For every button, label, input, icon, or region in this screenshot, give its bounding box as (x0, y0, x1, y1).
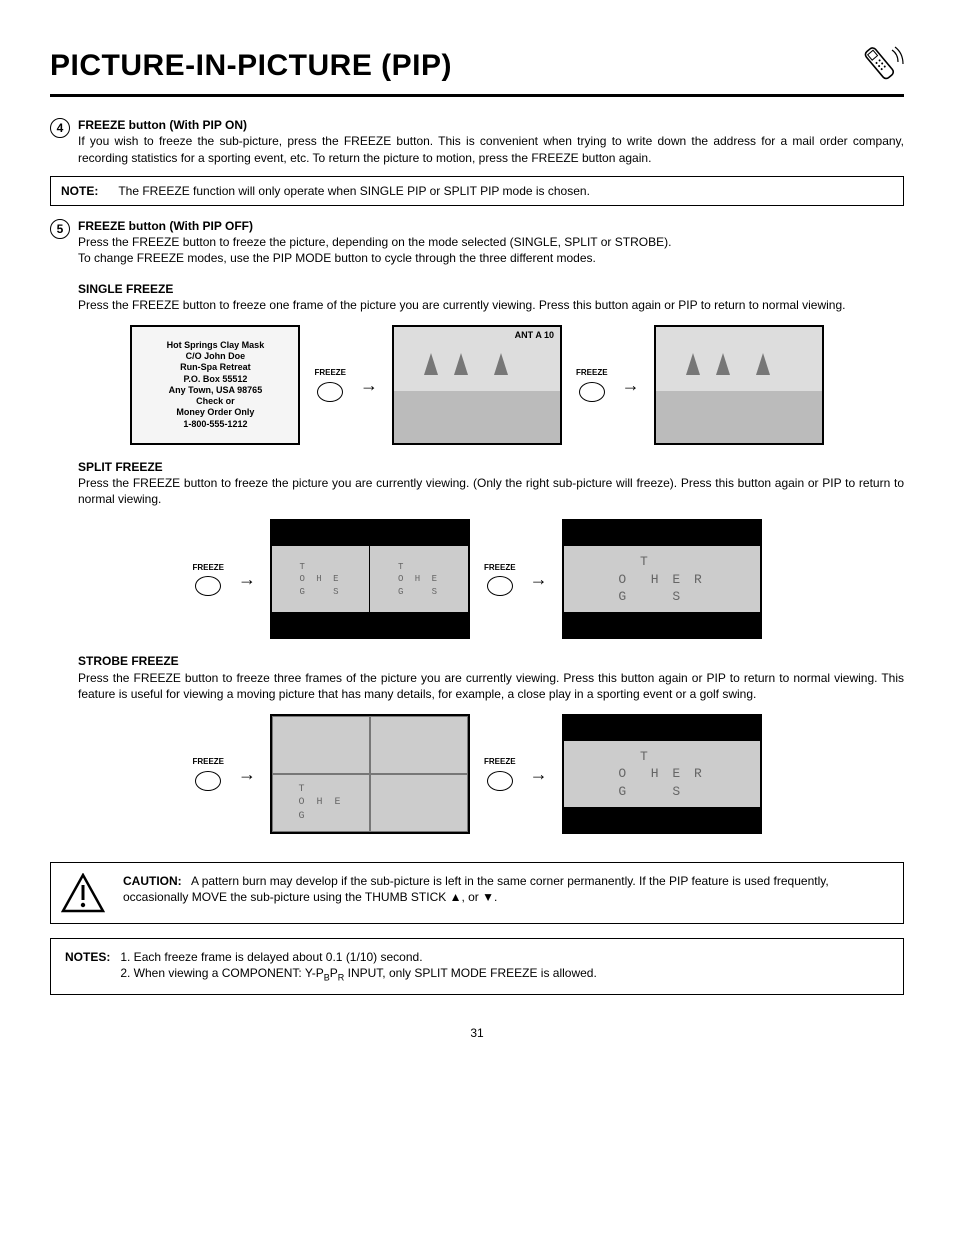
arrow-icon: → (238, 762, 256, 786)
item5-line2: To change FREEZE modes, use the PIP MODE… (78, 250, 904, 266)
arrow-icon: → (360, 373, 378, 397)
pip-thumbnail: Hot Springs Clay Mask C/O John Doe Run-S… (514, 409, 556, 439)
item4-title: FREEZE button (With PIP ON) (78, 117, 904, 133)
caution-text: A pattern burn may develop if the sub-pi… (123, 874, 829, 904)
item5-title: FREEZE button (With PIP OFF) (78, 218, 904, 234)
button-icon (195, 771, 221, 791)
split-freeze-diagram: FREEZE → TO H EG S TO H EG S FREEZE → TO… (50, 519, 904, 639)
strobe-freeze-text: Press the FREEZE button to freeze three … (78, 670, 904, 702)
button-icon (579, 382, 605, 402)
freeze-button: FREEZE (192, 757, 224, 791)
note-box: NOTE: The FREEZE function will only oper… (50, 176, 904, 206)
remote-icon (856, 40, 904, 92)
item5-line1: Press the FREEZE button to freeze the pi… (78, 234, 904, 250)
single-freeze-title: SINGLE FREEZE (78, 281, 904, 297)
split-freeze-title: SPLIT FREEZE (78, 459, 904, 475)
arrow-icon: → (530, 567, 548, 591)
tv-split-small: TO H EG S TO H EG S (270, 519, 470, 639)
freeze-button: FREEZE (314, 368, 346, 402)
split-freeze-text: Press the FREEZE button to freeze the pi… (78, 475, 904, 507)
caution-label: CAUTION: (123, 874, 182, 888)
tv-full-scene: TO H E RG S (562, 519, 762, 639)
note-label: NOTE: (61, 183, 98, 199)
tv-landscape-pip: ANT A 10 Hot Springs Clay Mask C/O John … (392, 325, 562, 445)
notes-item-1: 1. Each freeze frame is delayed about 0.… (120, 949, 596, 965)
single-freeze-text: Press the FREEZE button to freeze one fr… (78, 297, 904, 313)
button-icon (487, 771, 513, 791)
step-number-4: 4 (50, 118, 70, 138)
arrow-icon: → (622, 373, 640, 397)
warning-icon (61, 873, 105, 913)
page-number: 31 (50, 1025, 904, 1041)
note-text: The FREEZE function will only operate wh… (118, 183, 590, 199)
tv-landscape (654, 325, 824, 445)
step-number-5: 5 (50, 219, 70, 239)
item4-text: If you wish to freeze the sub-picture, p… (78, 133, 904, 165)
page-title: PICTURE-IN-PICTURE (PIP) (50, 46, 452, 87)
freeze-button: FREEZE (192, 563, 224, 597)
strobe-freeze-diagram: FREEZE → TO H EG FREEZE → TO H E RG S (50, 714, 904, 834)
notes-item-2: 2. When viewing a COMPONENT: Y-PBPR INPU… (120, 965, 596, 984)
tv-full-scene: TO H E RG S (562, 714, 762, 834)
notes-box: NOTES: 1. Each freeze frame is delayed a… (50, 938, 904, 995)
tv-mailorder: Hot Springs Clay Mask C/O John Doe Run-S… (130, 325, 300, 445)
notes-label: NOTES: (65, 949, 110, 984)
arrow-icon: → (530, 762, 548, 786)
single-freeze-diagram: Hot Springs Clay Mask C/O John Doe Run-S… (50, 325, 904, 445)
caution-box: CAUTION: A pattern burn may develop if t… (50, 862, 904, 924)
button-icon (487, 576, 513, 596)
freeze-button: FREEZE (484, 757, 516, 791)
strobe-freeze-title: STROBE FREEZE (78, 653, 904, 669)
freeze-button: FREEZE (576, 368, 608, 402)
freeze-button: FREEZE (484, 563, 516, 597)
button-icon (317, 382, 343, 402)
arrow-icon: → (238, 567, 256, 591)
tv-strobe: TO H EG (270, 714, 470, 834)
button-icon (195, 576, 221, 596)
